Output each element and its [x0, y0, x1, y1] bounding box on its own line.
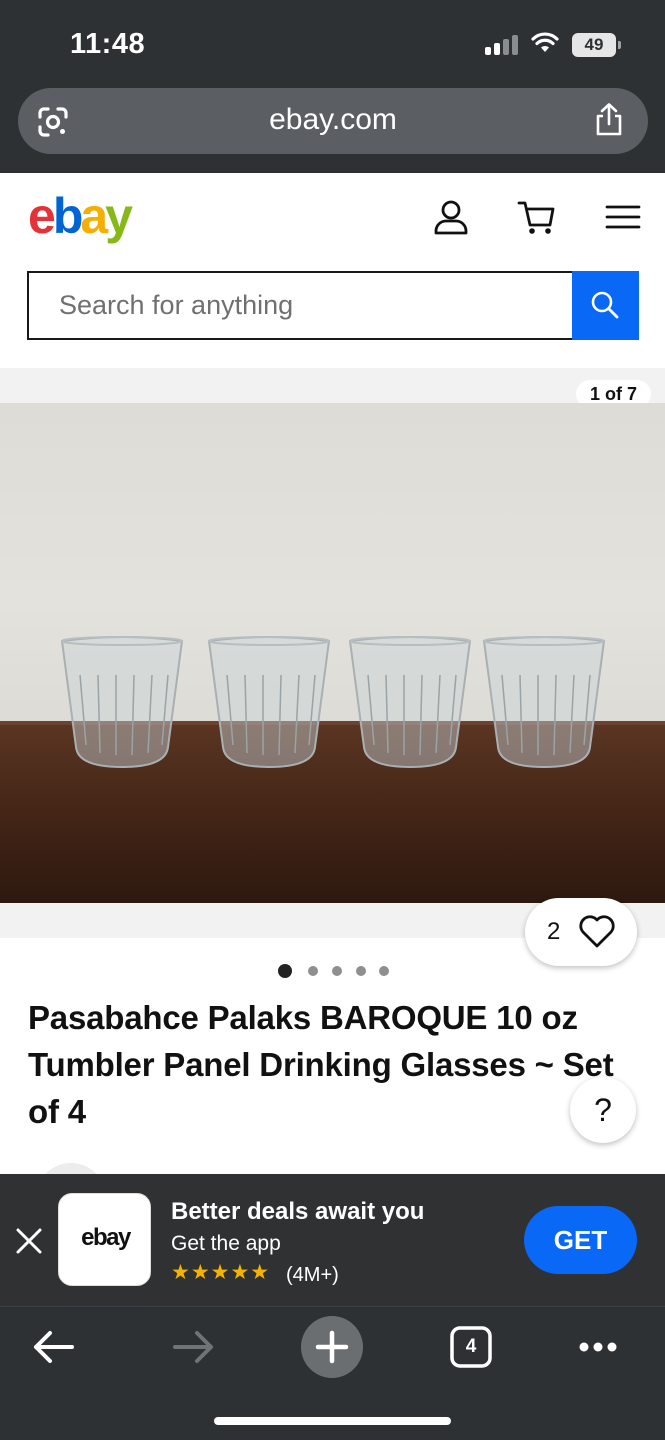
rating-stars-icon: ★★★★★ [171, 1261, 271, 1284]
tab-switcher-button[interactable]: 4 [439, 1315, 503, 1379]
glass-image [348, 636, 472, 769]
browser-chrome: 11:48 49 ebay.com [0, 0, 665, 173]
search-button[interactable] [572, 271, 639, 340]
browser-toolbar: 4 [0, 1306, 665, 1440]
status-time: 11:48 [70, 28, 146, 60]
address-bar[interactable]: ebay.com [18, 88, 648, 154]
watch-count: 2 [547, 918, 561, 945]
close-icon[interactable] [14, 1226, 44, 1256]
glass-image [207, 636, 331, 769]
cellular-signal-icon [485, 33, 521, 55]
battery-icon: 49 [572, 33, 621, 57]
share-icon[interactable] [592, 102, 626, 138]
search-input[interactable] [27, 271, 572, 340]
carousel-dot[interactable] [379, 966, 389, 976]
carousel-dot[interactable] [356, 966, 366, 976]
banner-title: Better deals await you [171, 1198, 425, 1225]
banner-subtitle: Get the app [171, 1232, 281, 1255]
app-install-banner: ebay Better deals await you Get the app … [0, 1174, 665, 1306]
home-indicator[interactable] [214, 1417, 451, 1425]
get-app-button[interactable]: GET [524, 1206, 637, 1274]
glass-image [482, 636, 606, 769]
new-tab-icon[interactable] [300, 1315, 364, 1379]
more-options-icon[interactable] [566, 1315, 630, 1379]
back-arrow-icon[interactable] [22, 1315, 86, 1379]
ebay-logo[interactable]: ebay [28, 187, 133, 245]
cart-icon[interactable] [517, 197, 557, 237]
watch-button[interactable]: 2 [525, 898, 637, 966]
url-text[interactable]: ebay.com [18, 103, 648, 137]
glass-image [60, 636, 184, 769]
carousel-dot[interactable] [332, 966, 342, 976]
search-bar [27, 271, 639, 340]
account-icon[interactable] [431, 197, 471, 237]
menu-icon[interactable] [603, 197, 643, 237]
image-gallery[interactable]: 1 of 7 [0, 368, 665, 938]
app-icon-logo: ebay [81, 1224, 131, 1251]
wifi-icon [531, 32, 559, 52]
heart-icon [579, 915, 615, 948]
carousel-dots[interactable] [278, 963, 398, 979]
help-button[interactable]: ? [570, 1077, 636, 1143]
tab-count: 4 [465, 1336, 477, 1357]
product-title: Pasabahce Palaks BAROQUE 10 oz Tumbler P… [28, 999, 614, 1130]
carousel-dot[interactable] [278, 964, 292, 978]
forward-arrow-icon[interactable] [161, 1315, 225, 1379]
site-header: ebay [0, 173, 665, 368]
product-image[interactable] [0, 403, 665, 903]
app-icon[interactable]: ebay [58, 1193, 151, 1286]
search-icon [591, 291, 619, 319]
rating-count: (4M+) [286, 1264, 339, 1286]
carousel-dot[interactable] [308, 966, 318, 976]
